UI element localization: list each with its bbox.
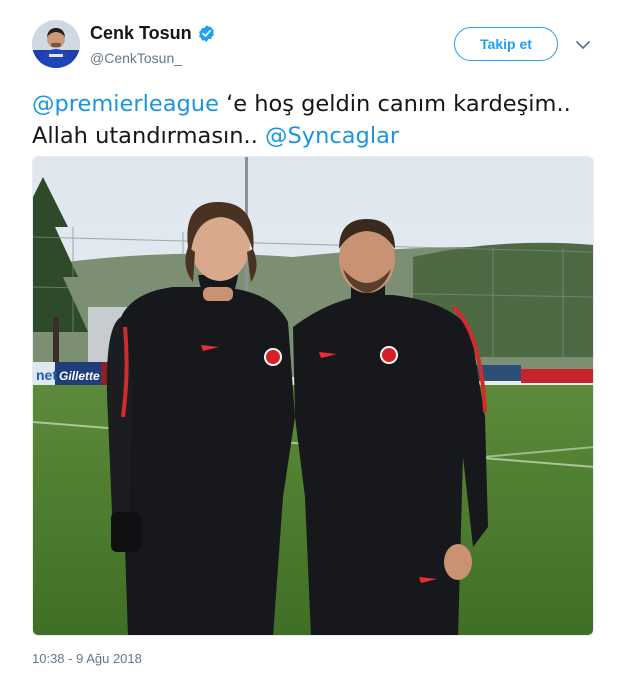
author-handle[interactable]: @CenkTosun_ [90, 50, 182, 66]
mention-link[interactable]: @premierleague [32, 91, 219, 117]
user-avatar-icon [32, 20, 80, 68]
board-text-left: net [36, 367, 57, 383]
chevron-down-icon[interactable] [574, 36, 592, 54]
board-text-mid: Gillette [59, 369, 100, 383]
verified-badge-icon [198, 25, 214, 42]
author-avatar[interactable] [32, 20, 80, 68]
tweet-photo[interactable]: net Gillette [32, 156, 594, 636]
photo-image: net Gillette [33, 157, 593, 635]
author-name-row: Cenk Tosun [90, 23, 216, 44]
follow-button[interactable]: Takip et [454, 27, 558, 61]
author-display-name[interactable]: Cenk Tosun [90, 23, 192, 44]
mention-link[interactable]: @Syncaglar [265, 123, 399, 149]
tweet-card: Cenk Tosun @CenkTosun_ Takip et @premier… [0, 0, 624, 680]
tweet-text: @premierleague ‘e hoş geldin canım karde… [32, 88, 594, 152]
tweet-timestamp[interactable]: 10:38 - 9 Ağu 2018 [32, 651, 142, 666]
